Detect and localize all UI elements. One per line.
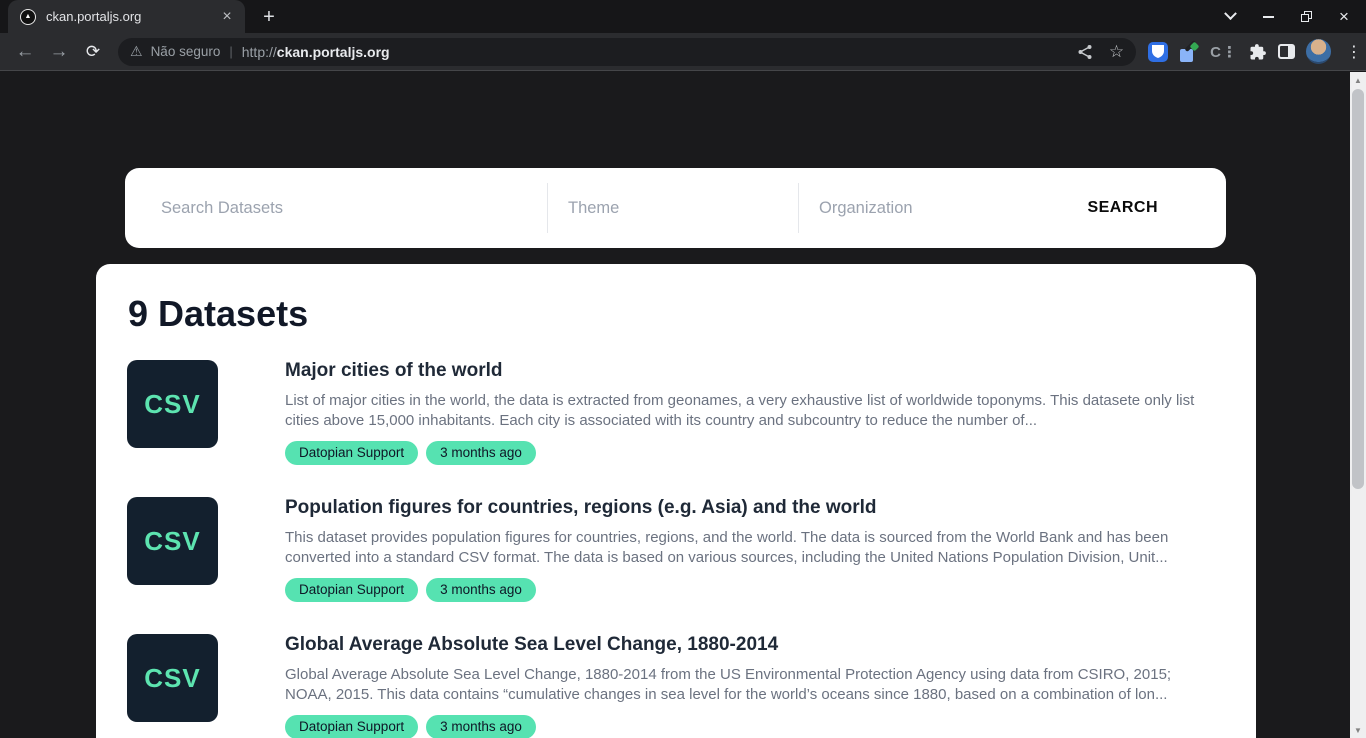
- org-badge[interactable]: Datopian Support: [285, 715, 418, 738]
- reload-button[interactable]: ⟳: [78, 37, 108, 67]
- tab-close-icon[interactable]: ×: [217, 7, 237, 27]
- bitwarden-extension-icon[interactable]: [1148, 42, 1168, 62]
- browser-menu-icon[interactable]: ⋮: [1346, 42, 1366, 62]
- url-host: ckan.portaljs.org: [277, 44, 390, 60]
- tab-strip: ▲ ckan.portaljs.org × + ×: [0, 0, 1366, 33]
- format-label: CSV: [144, 526, 200, 557]
- org-badge[interactable]: Datopian Support: [285, 441, 418, 465]
- scroll-up-icon[interactable]: ▲: [1350, 72, 1366, 88]
- time-badge: 3 months ago: [426, 578, 536, 602]
- dataset-search-bar: SEARCH: [125, 168, 1226, 248]
- scrollbar-thumb[interactable]: [1352, 89, 1364, 489]
- format-label: CSV: [144, 663, 200, 694]
- dataset-description: Global Average Absolute Sea Level Change…: [285, 665, 1221, 705]
- extensions-puzzle-icon[interactable]: [1249, 43, 1267, 61]
- profile-avatar[interactable]: [1306, 39, 1331, 64]
- window-minimize-button[interactable]: [1260, 9, 1276, 25]
- nav-buttons: ← → ⟳: [0, 37, 108, 67]
- dataset-format-tile[interactable]: CSV: [127, 360, 218, 448]
- tab-search-chevron-icon[interactable]: [1222, 9, 1238, 25]
- dataset-title[interactable]: Population figures for countries, region…: [285, 497, 1221, 519]
- theme-field[interactable]: [548, 168, 798, 248]
- dataset-row: CSV Major cities of the world List of ma…: [127, 360, 1221, 465]
- org-badge[interactable]: Datopian Support: [285, 578, 418, 602]
- datasets-card: 9 Datasets CSV Major cities of the world…: [96, 264, 1256, 738]
- time-badge: 3 months ago: [426, 715, 536, 738]
- colorzilla-extension-icon[interactable]: C⋮: [1210, 43, 1238, 61]
- bookmark-star-icon[interactable]: ☆: [1109, 42, 1124, 62]
- window-close-button[interactable]: ×: [1336, 9, 1352, 25]
- dataset-description: This dataset provides population figures…: [285, 528, 1221, 568]
- site-favicon-icon: ▲: [20, 9, 36, 25]
- window-restore-button[interactable]: [1298, 9, 1314, 25]
- url-divider: |: [229, 44, 232, 59]
- window-controls: ×: [1222, 0, 1358, 33]
- theme-input[interactable]: [568, 199, 778, 218]
- time-badge: 3 months ago: [426, 441, 536, 465]
- url-bar[interactable]: ⚠ Não seguro | http:// ckan.portaljs.org…: [118, 38, 1136, 66]
- browser-tab[interactable]: ▲ ckan.portaljs.org ×: [8, 0, 245, 33]
- dataset-row: CSV Global Average Absolute Sea Level Ch…: [127, 634, 1221, 738]
- dataset-title[interactable]: Global Average Absolute Sea Level Change…: [285, 634, 1221, 656]
- back-button[interactable]: ←: [10, 37, 40, 67]
- share-icon[interactable]: [1077, 44, 1093, 60]
- new-tab-button[interactable]: +: [256, 4, 282, 30]
- search-field[interactable]: [125, 168, 547, 248]
- datasets-count-heading: 9 Datasets: [128, 294, 1221, 334]
- side-panel-icon[interactable]: [1278, 44, 1295, 59]
- browser-toolbar: ← → ⟳ ⚠ Não seguro | http:// ckan.portal…: [0, 33, 1366, 71]
- search-button[interactable]: SEARCH: [1063, 187, 1182, 229]
- scroll-down-icon[interactable]: ▼: [1350, 722, 1366, 738]
- dataset-format-tile[interactable]: CSV: [127, 497, 218, 585]
- security-label: Não seguro: [151, 44, 221, 59]
- format-label: CSV: [144, 389, 200, 420]
- page-content: SEARCH 9 Datasets CSV Major cities of th…: [0, 72, 1350, 738]
- tab-title: ckan.portaljs.org: [46, 9, 217, 24]
- search-datasets-input[interactable]: [161, 199, 527, 218]
- dataset-title[interactable]: Major cities of the world: [285, 360, 1221, 382]
- browser-window: ▲ ckan.portaljs.org × + × ← → ⟳ ⚠ Não se…: [0, 0, 1366, 738]
- organization-input[interactable]: [819, 199, 993, 218]
- extensions-area: C⋮ ⋮: [1148, 39, 1366, 64]
- url-scheme: http://: [242, 44, 277, 60]
- organization-field[interactable]: [799, 168, 1013, 248]
- forward-button[interactable]: →: [44, 37, 74, 67]
- not-secure-warning-icon[interactable]: ⚠: [130, 43, 143, 60]
- page-scrollbar[interactable]: ▲ ▼: [1350, 72, 1366, 738]
- dataset-description: List of major cities in the world, the d…: [285, 391, 1221, 431]
- eyedropper-extension-icon[interactable]: [1179, 42, 1199, 62]
- dataset-format-tile[interactable]: CSV: [127, 634, 218, 722]
- dataset-row: CSV Population figures for countries, re…: [127, 497, 1221, 602]
